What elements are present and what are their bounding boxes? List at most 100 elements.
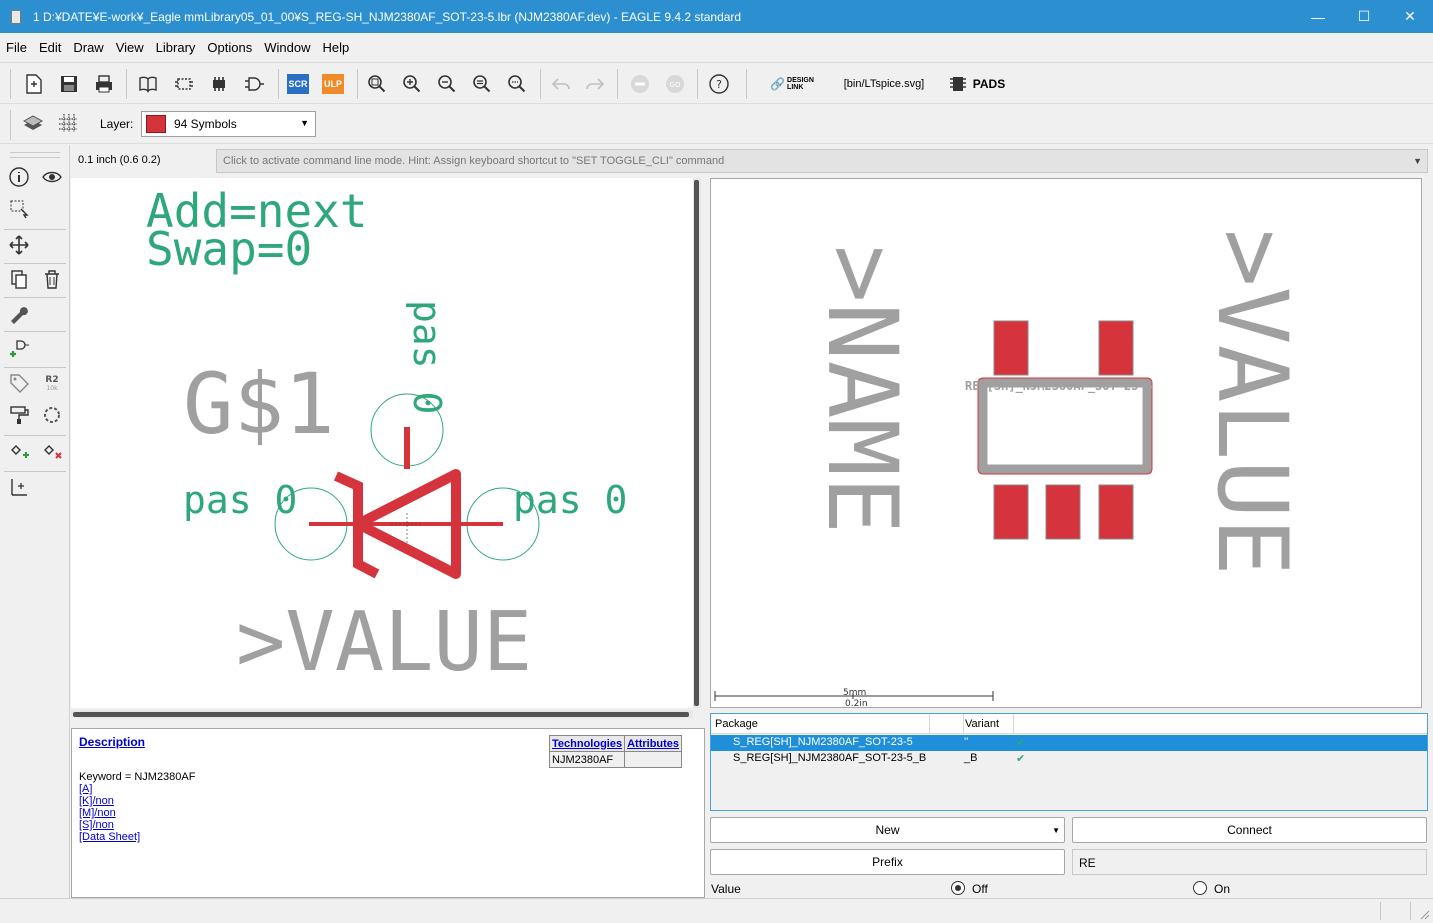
value-on-radio[interactable] [1193,881,1207,895]
connect-icon[interactable] [7,439,31,463]
library-book-icon[interactable] [135,71,161,97]
status-bar [0,898,1433,923]
value-off-radio[interactable] [951,881,965,895]
technologies-table: Technologies Attributes NJM2380AF [548,735,683,768]
col-variant[interactable]: Variant [965,718,999,730]
link-a[interactable]: [A] [79,783,92,795]
package-row[interactable]: S_REG[SH]_NJM2380AF_SOT-23-5 '' ✔ [711,735,1427,751]
value-off-label[interactable]: Off [972,882,988,896]
disconnect-icon[interactable] [40,439,64,463]
move-icon[interactable] [7,233,31,257]
prefix-button[interactable]: Prefix [710,849,1065,875]
wrench-icon[interactable] [7,301,31,325]
layer-settings-icon[interactable] [20,110,46,136]
menu-edit[interactable]: Edit [33,40,67,55]
technology-value: NJM2380AF [548,751,626,768]
package-row[interactable]: S_REG[SH]_NJM2380AF_SOT-23-5_B _B ✔ [711,751,1427,767]
check-icon: ✔ [1016,737,1026,749]
chevron-down-icon[interactable]: ▼ [1413,156,1422,166]
pads-button[interactable]: PADS [944,71,1010,97]
link-datasheet[interactable]: [Data Sheet] [79,831,140,843]
zoom-fit-icon[interactable] [364,71,390,97]
link-k[interactable]: [K]/non [79,795,114,807]
svg-text:10k: 10k [46,385,58,392]
dimension-icon[interactable] [7,475,31,499]
col-package[interactable]: Package [715,718,758,730]
scale-in: 0.2in [845,699,868,707]
value-icon[interactable]: R2 10k [40,371,64,395]
new-file-icon[interactable] [21,71,47,97]
pin-top-label: pas 0 [405,300,449,414]
value-on-label[interactable]: On [1214,882,1230,896]
script-combo[interactable]: [bin/LTspice.svg] [836,71,932,97]
device-icon[interactable] [171,71,197,97]
svg-text:GO: GO [670,81,681,89]
redo-icon[interactable] [582,71,608,97]
attributes-header-link[interactable]: Attributes [624,735,683,752]
menu-draw[interactable]: Draw [67,40,109,55]
package-icon[interactable] [206,71,232,97]
gateswap-icon[interactable] [40,403,64,427]
symbol-horizontal-scrollbar[interactable] [71,710,693,718]
stop-icon[interactable] [627,71,653,97]
zoom-out-icon[interactable] [434,71,460,97]
grid-icon[interactable] [55,110,81,136]
pin-left-label: pas 0 [183,478,297,522]
package-label-text: REG[SH]_NJM2380AF_SOT-23-5 [965,379,1153,394]
print-icon[interactable] [91,71,117,97]
minimize-button[interactable]: — [1295,0,1341,33]
save-icon[interactable] [56,71,82,97]
info-icon[interactable] [7,165,31,189]
script-icon[interactable]: SCR [285,71,311,97]
command-line-input[interactable]: Click to activate command line mode. Hin… [216,149,1428,173]
menu-window[interactable]: Window [258,40,316,55]
attr-swap-text: Swap=0 [146,222,312,276]
symbol-icon[interactable] [241,71,267,97]
technologies-header-link[interactable]: Technologies [548,735,626,752]
layer-select[interactable]: 94 Symbols ▼ [141,111,316,137]
undo-icon[interactable] [548,71,574,97]
menu-file[interactable]: File [0,40,33,55]
menu-help[interactable]: Help [316,40,355,55]
layer-selected-value: 94 Symbols [174,117,237,131]
new-button[interactable]: New ▼ [710,817,1065,843]
package-list: Package Variant S_REG[SH]_NJM2380AF_SOT-… [710,713,1428,811]
paint-roller-icon[interactable] [7,403,31,427]
scr-label: SCR [287,74,309,94]
menu-bar: File Edit Draw View Library Options Wind… [0,33,1433,61]
check-icon: ✔ [1016,753,1026,765]
prefix-field[interactable]: RE [1072,849,1427,875]
svg-text:R2: R2 [45,375,58,385]
attribute-tag-icon[interactable] [7,371,31,395]
go-icon[interactable]: GO [662,71,688,97]
chevron-down-icon: ▼ [300,118,309,128]
delete-icon[interactable] [40,267,64,291]
copy-icon[interactable] [7,267,31,291]
add-part-icon[interactable] [7,335,31,359]
menu-view[interactable]: View [110,40,150,55]
symbol-vertical-scrollbar[interactable] [693,178,701,708]
link-s[interactable]: [S]/non [79,819,114,831]
menu-options[interactable]: Options [201,40,258,55]
zoom-select-icon[interactable] [504,71,530,97]
package-row-variant: '' [964,736,969,748]
layer-toolbar: Layer: 94 Symbols ▼ [0,104,1433,144]
connect-button[interactable]: Connect [1072,817,1427,843]
description-link[interactable]: Description [79,735,145,749]
group-select-icon[interactable] [7,197,31,221]
resize-grip-icon[interactable] [1417,907,1431,921]
help-icon[interactable]: ? [706,71,732,97]
zoom-in-icon[interactable] [399,71,425,97]
app-icon [11,9,21,24]
ulp-icon[interactable]: ULP [320,71,346,97]
link-m[interactable]: [M]/non [79,807,116,819]
maximize-button[interactable]: ☐ [1341,0,1387,33]
design-link-button[interactable]: 🔗 DESIGN LINK [764,71,820,97]
zoom-redraw-icon[interactable] [469,71,495,97]
show-eye-icon[interactable] [40,165,64,189]
menu-library[interactable]: Library [150,40,202,55]
new-button-label: New [875,823,900,837]
close-button[interactable]: ✕ [1387,0,1433,33]
symbol-canvas[interactable]: Add=next Swap=0 G$1 >VALUE pas 0 pas 0 p… [71,178,693,708]
scale-mm: 5mm [843,688,866,698]
